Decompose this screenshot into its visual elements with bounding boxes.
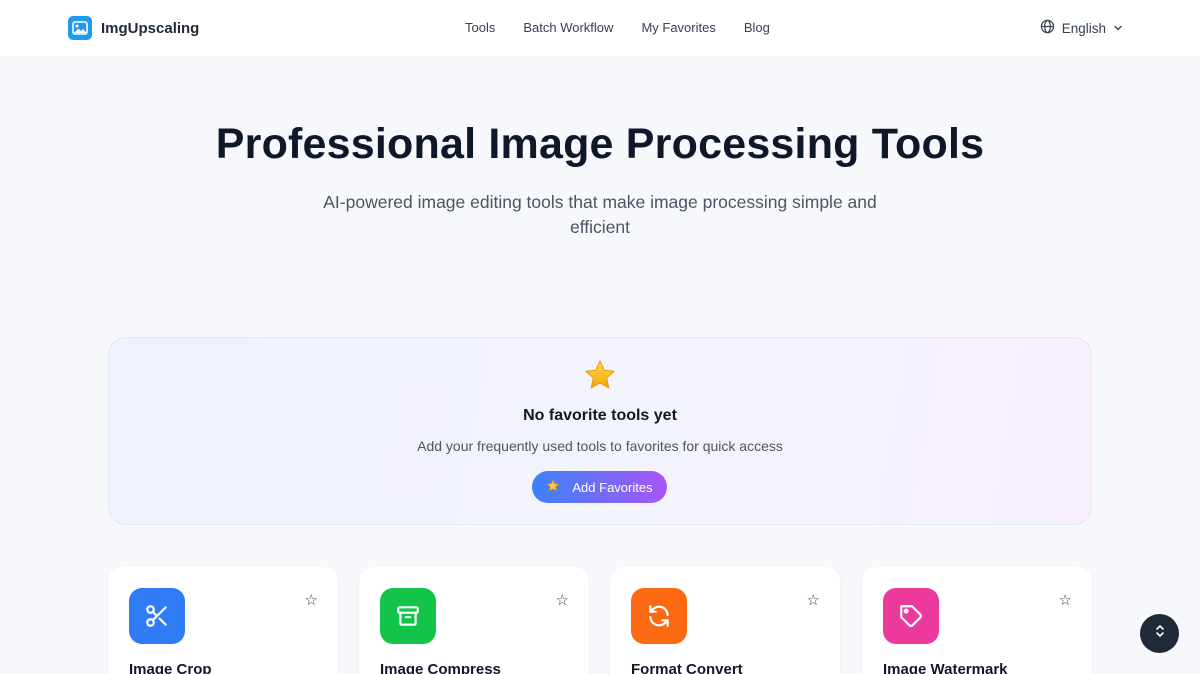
star-icon: [582, 358, 618, 399]
tool-title: Format Convert: [631, 661, 743, 674]
favorite-toggle-star-icon[interactable]: ☆: [305, 593, 318, 609]
nav-item-my-favorites[interactable]: My Favorites: [641, 20, 715, 35]
brand-name: ImgUpscaling: [101, 19, 200, 37]
favorites-empty-title: No favorite tools yet: [523, 407, 677, 424]
main-nav: Tools Batch Workflow My Favorites Blog: [465, 20, 770, 35]
page-title: Professional Image Processing Tools: [215, 120, 985, 168]
favorite-toggle-star-icon[interactable]: ☆: [556, 593, 569, 609]
tool-card-format-convert[interactable]: ☆ Format Convert: [610, 567, 840, 674]
tag-icon: [883, 588, 939, 644]
nav-item-blog[interactable]: Blog: [744, 20, 770, 35]
scroll-toggle-button[interactable]: [1140, 614, 1179, 653]
add-favorites-label: Add Favorites: [572, 479, 653, 495]
top-header: ImgUpscaling Tools Batch Workflow My Fav…: [0, 0, 1200, 56]
language-label: English: [1061, 20, 1106, 36]
tool-card-image-compress[interactable]: ☆ Image Compress: [359, 567, 589, 674]
favorite-toggle-star-icon[interactable]: ☆: [807, 593, 820, 609]
tool-card-image-watermark[interactable]: ☆ Image Watermark: [862, 567, 1092, 674]
tool-title: Image Compress: [380, 661, 501, 674]
scissors-icon: [129, 588, 185, 644]
nav-item-batch-workflow[interactable]: Batch Workflow: [523, 20, 613, 35]
nav-item-tools[interactable]: Tools: [465, 20, 495, 35]
tool-title: Image Crop: [129, 661, 212, 674]
brand-link[interactable]: ImgUpscaling: [68, 16, 199, 40]
refresh-icon: [631, 588, 687, 644]
archive-icon: [380, 588, 436, 644]
star-icon: [546, 478, 560, 496]
chevron-up-down-icon: [1154, 624, 1166, 643]
page-subtitle: AI-powered image editing tools that make…: [323, 192, 877, 237]
tool-card-image-crop[interactable]: ☆ Image Crop: [108, 567, 338, 674]
globe-icon: [1040, 19, 1055, 37]
image-icon: [68, 16, 92, 40]
chevron-down-icon: [1113, 21, 1123, 36]
tool-title: Image Watermark: [883, 661, 1008, 674]
add-favorites-button[interactable]: Add Favorites: [532, 471, 667, 503]
favorites-empty-description: Add your frequently used tools to favori…: [417, 438, 783, 454]
language-selector[interactable]: English: [1040, 19, 1123, 37]
favorite-toggle-star-icon[interactable]: ☆: [1059, 593, 1072, 609]
